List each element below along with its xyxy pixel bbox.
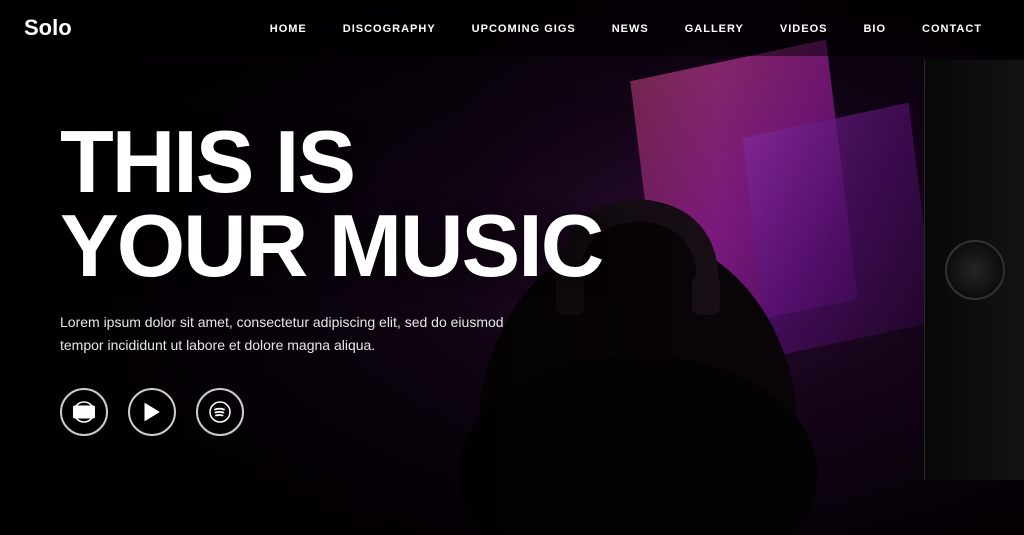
nav-link-bio[interactable]: BIO xyxy=(845,23,904,35)
hero-title: THIS IS YOUR MUSIC xyxy=(60,120,602,287)
nav-item-videos[interactable]: VIDEOS xyxy=(762,19,846,37)
nav-item-gallery[interactable]: GALLERY xyxy=(667,19,762,37)
main-nav: Solo HOME DISCOGRAPHY UPCOMING GIGS NEWS… xyxy=(0,0,1024,56)
nav-link-gallery[interactable]: GALLERY xyxy=(667,23,762,35)
hero-section: Solo HOME DISCOGRAPHY UPCOMING GIGS NEWS… xyxy=(0,0,1024,535)
nav-item-discography[interactable]: DISCOGRAPHY xyxy=(325,19,454,37)
google-play-icon xyxy=(140,400,164,424)
nav-item-news[interactable]: NEWS xyxy=(594,19,667,37)
google-play-button[interactable] xyxy=(128,388,176,436)
hero-content: THIS IS YOUR MUSIC Lorem ipsum dolor sit… xyxy=(60,120,602,436)
nav-links: HOME DISCOGRAPHY UPCOMING GIGS NEWS GALL… xyxy=(252,19,1000,37)
nav-link-upcoming-gigs[interactable]: UPCOMING GIGS xyxy=(454,23,594,35)
spotify-button[interactable] xyxy=(196,388,244,436)
nav-link-home[interactable]: HOME xyxy=(252,23,325,35)
nav-item-contact[interactable]: CONTACT xyxy=(904,19,1000,37)
hero-subtitle: Lorem ipsum dolor sit amet, consectetur … xyxy=(60,311,540,356)
hero-title-line2: YOUR MUSIC xyxy=(60,196,602,295)
nav-link-discography[interactable]: DISCOGRAPHY xyxy=(325,23,454,35)
nav-item-home[interactable]: HOME xyxy=(252,19,325,37)
spotify-icon xyxy=(208,400,232,424)
nav-item-upcoming-gigs[interactable]: UPCOMING GIGS xyxy=(454,19,594,37)
nav-link-contact[interactable]: CONTACT xyxy=(904,23,1000,35)
nav-link-videos[interactable]: VIDEOS xyxy=(762,23,846,35)
nav-link-news[interactable]: NEWS xyxy=(594,23,667,35)
apple-music-icon xyxy=(72,400,96,424)
apple-music-button[interactable] xyxy=(60,388,108,436)
site-logo[interactable]: Solo xyxy=(24,15,72,41)
nav-item-bio[interactable]: BIO xyxy=(845,19,904,37)
platform-icons xyxy=(60,388,602,436)
